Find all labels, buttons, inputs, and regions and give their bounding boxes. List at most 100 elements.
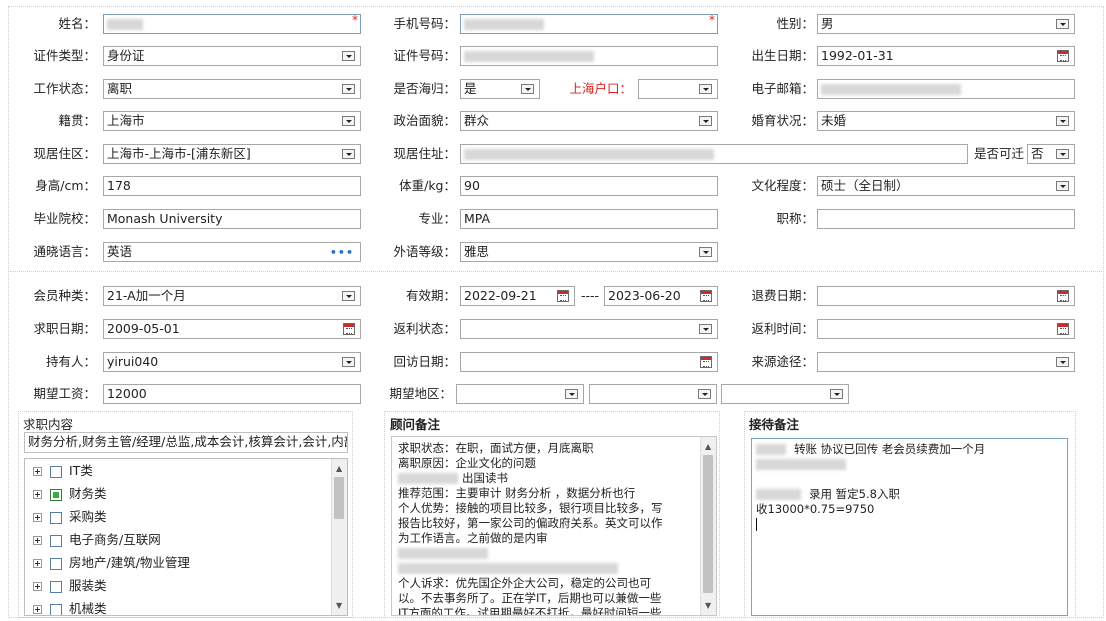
chevron-down-icon[interactable] [699,247,712,257]
major-field[interactable]: MPA [460,209,718,229]
category-checkbox[interactable] [50,488,62,501]
scroll-up-icon[interactable]: ▲ [336,461,342,476]
valid-from-field[interactable]: 2022-09-21 [460,286,575,306]
calendar-icon[interactable] [1057,50,1069,62]
langlevel-select[interactable]: 雅思 [460,242,718,262]
category-checkbox[interactable] [50,511,62,524]
region-province-select[interactable] [456,384,584,404]
consultant-notes-textarea[interactable]: 求职状态：在职，面试方便，月底离职 离职原因：企业文化的问题 出国读书 推荐范围：主要… [391,436,717,616]
idno-field[interactable] [460,46,718,66]
reception-notes-textarea[interactable]: 转账 协议已回传 老会员续费加一个月 录用 暂定5.8入职 收13000*0.75… [751,438,1068,616]
political-select[interactable]: 群众 [460,111,718,131]
refund-date-field[interactable] [817,286,1075,306]
address-field[interactable] [460,144,968,164]
chevron-down-icon[interactable] [342,149,355,159]
title-field[interactable] [817,209,1075,229]
tree-item[interactable]: 机械类 [25,597,347,615]
phone-field[interactable]: * [460,14,718,34]
expand-icon[interactable] [33,582,42,591]
chevron-down-icon[interactable] [1056,116,1069,126]
rebate-time-field[interactable] [817,319,1075,339]
holder-select[interactable]: yirui040 [103,352,361,372]
chevron-down-icon[interactable] [342,51,355,61]
relocate-select[interactable]: 否 [1027,144,1075,164]
category-checkbox[interactable] [50,580,62,593]
calendar-icon[interactable] [557,290,569,302]
chevron-down-icon[interactable] [1056,181,1069,191]
expand-icon[interactable] [33,559,42,568]
expand-icon[interactable] [33,490,42,499]
region-city-select[interactable] [589,384,717,404]
tree-item[interactable]: 采购类 [25,505,347,528]
chevron-down-icon[interactable] [699,116,712,126]
chevron-down-icon[interactable] [565,389,578,399]
chevron-down-icon[interactable] [342,116,355,126]
category-checkbox[interactable] [50,603,62,615]
job-content-summary[interactable]: 财务分析,财务主管/经理/总监,成本会计,核算会计,会计,内部审计 [24,432,348,453]
tree-item[interactable]: 房地产/建筑/物业管理 [25,551,347,574]
birth-date-field[interactable]: 1992-01-31 [817,46,1075,66]
calendar-icon[interactable] [700,290,712,302]
expand-icon[interactable] [33,467,42,476]
chevron-down-icon[interactable] [699,84,712,94]
chevron-down-icon[interactable] [1056,19,1069,29]
tree-item[interactable]: IT类 [25,459,347,482]
valid-to-field[interactable]: 2023-06-20 [604,286,718,306]
source-select[interactable] [817,352,1075,372]
tree-scrollbar[interactable]: ▲ ▼ [331,459,347,615]
scroll-thumb[interactable] [334,477,344,519]
idtype-select[interactable]: 身份证 [103,46,361,66]
weight-field[interactable]: 90 [460,176,718,196]
job-date-field[interactable]: 2009-05-01 [103,319,361,339]
expand-icon[interactable] [33,536,42,545]
category-checkbox[interactable] [50,557,62,570]
marital-select[interactable]: 未婚 [817,111,1075,131]
chevron-down-icon[interactable] [342,357,355,367]
chevron-down-icon[interactable] [698,389,711,399]
origin-select[interactable]: 上海市 [103,111,361,131]
salary-field[interactable]: 12000 [103,384,361,404]
chevron-down-icon[interactable] [1056,357,1069,367]
calendar-icon[interactable] [1057,323,1069,335]
workstatus-select[interactable]: 离职 [103,79,361,99]
tree-item[interactable]: 服装类 [25,574,347,597]
chevron-down-icon[interactable] [521,84,534,94]
scroll-down-icon[interactable]: ▼ [336,598,342,613]
chevron-down-icon[interactable] [1056,149,1069,159]
calendar-icon[interactable] [700,356,712,368]
language-field[interactable]: 英语 ••• [103,242,361,262]
chevron-down-icon[interactable] [342,291,355,301]
region-district-select[interactable] [721,384,849,404]
scroll-up-icon[interactable]: ▲ [705,439,711,454]
gender-select[interactable]: 男 [817,14,1075,34]
email-field[interactable] [817,79,1075,99]
scroll-down-icon[interactable]: ▼ [705,598,711,613]
notes-scrollbar[interactable]: ▲ ▼ [700,437,716,615]
job-category-tree[interactable]: IT类 财务类 采购类 电子商务/互联网 房地产/建筑/物业管理 服装类 机械类 ▲ ▼ [24,458,348,616]
source-label: 来源途径： [751,354,814,369]
rebate-status-select[interactable] [460,319,718,339]
chevron-down-icon[interactable] [830,389,843,399]
chevron-down-icon[interactable] [699,324,712,334]
expand-icon[interactable] [33,605,42,614]
calendar-icon[interactable] [1057,290,1069,302]
returnee-select[interactable]: 是 [460,79,540,99]
category-checkbox[interactable] [50,465,62,478]
name-field[interactable]: * [103,14,361,34]
residence-select[interactable]: 上海市-上海市-[浦东新区] [103,144,361,164]
tree-item[interactable]: 电子商务/互联网 [25,528,347,551]
tree-item[interactable]: 财务类 [25,482,347,505]
scroll-thumb[interactable] [703,455,713,593]
education-select[interactable]: 硕士（全日制） [817,176,1075,196]
hukou-select[interactable] [638,79,718,99]
category-checkbox[interactable] [50,534,62,547]
gender-label: 性别： [776,16,814,31]
calendar-icon[interactable] [343,323,355,335]
school-field[interactable]: Monash University [103,209,361,229]
more-options-icon[interactable]: ••• [330,244,354,261]
expand-icon[interactable] [33,513,42,522]
chevron-down-icon[interactable] [342,84,355,94]
member-type-select[interactable]: 21-A加一个月 [103,286,361,306]
height-field[interactable]: 178 [103,176,361,196]
visit-date-field[interactable] [460,352,718,372]
